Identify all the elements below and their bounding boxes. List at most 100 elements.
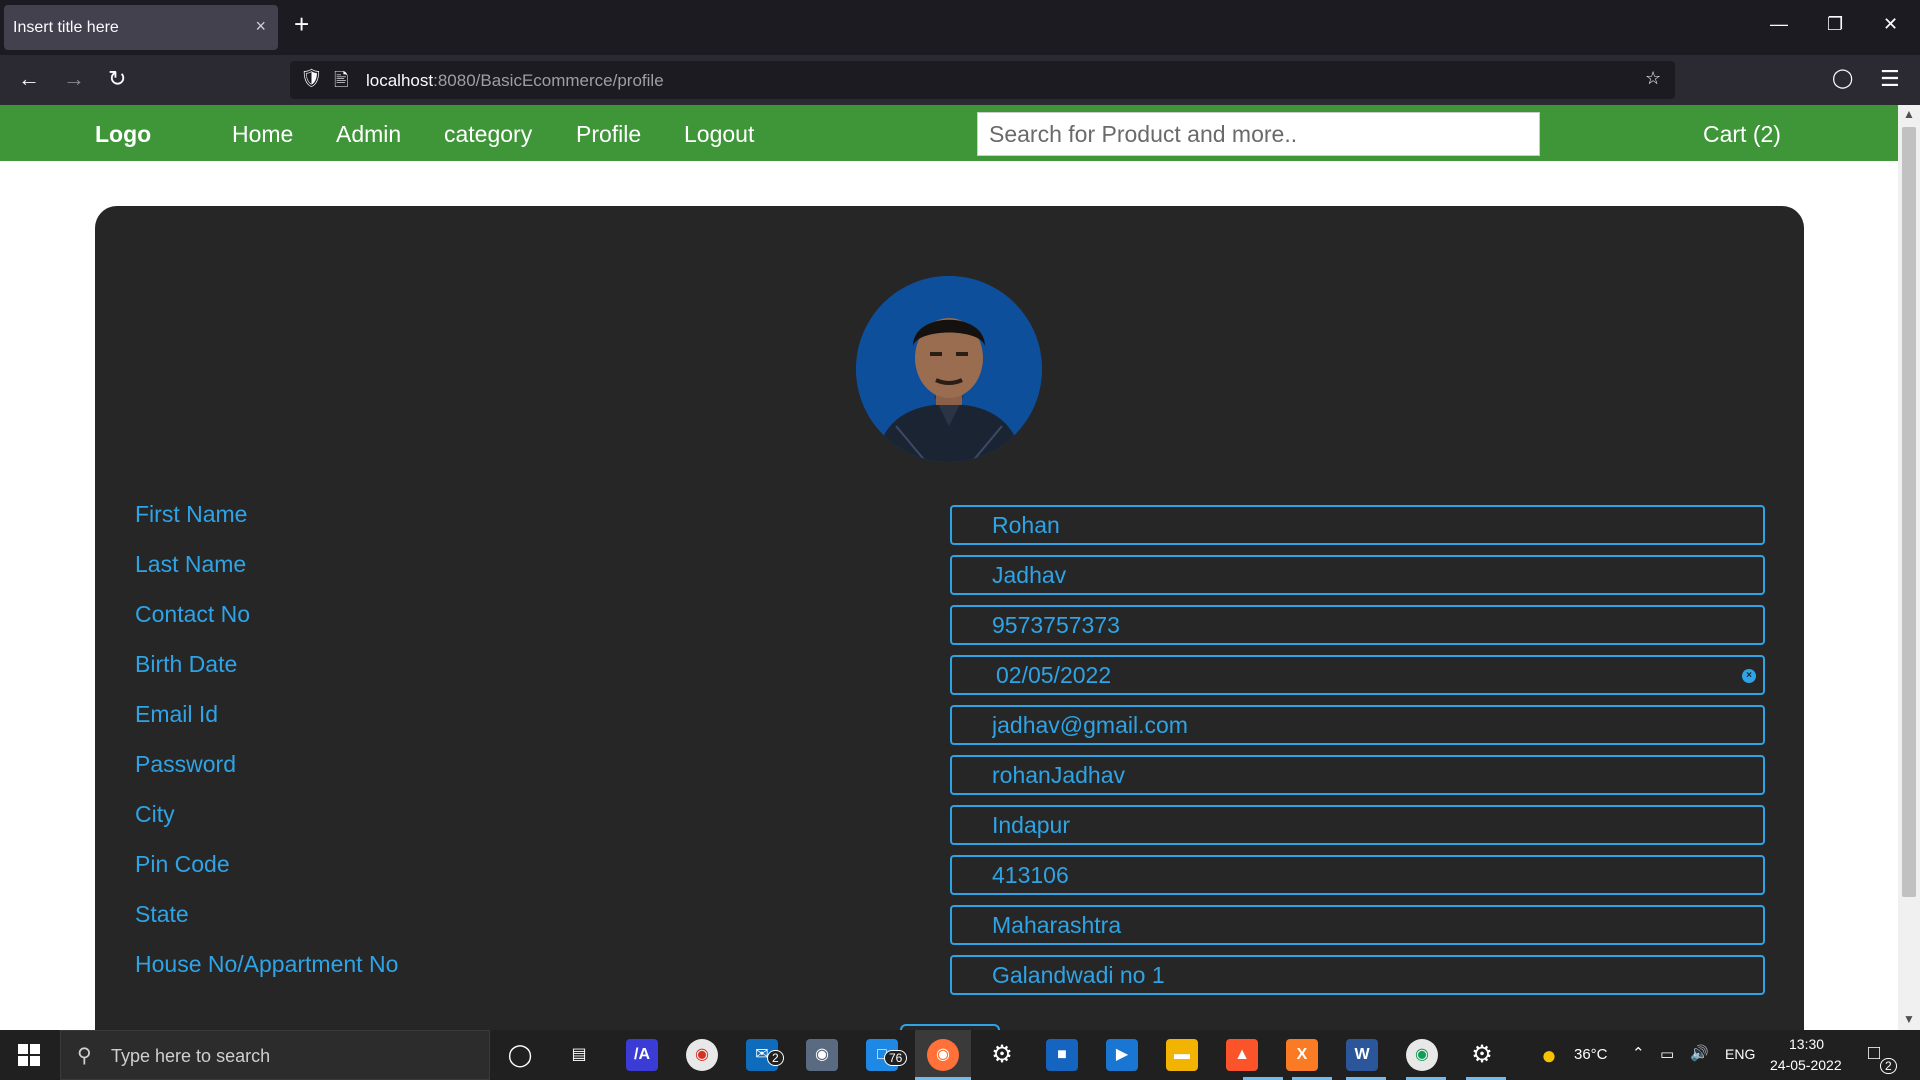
profile-avatar xyxy=(856,276,1042,462)
shield-icon[interactable]: 🛡 xyxy=(300,68,323,89)
password-field[interactable] xyxy=(950,755,1765,795)
state-field[interactable] xyxy=(950,905,1765,945)
last-name-field[interactable] xyxy=(950,555,1765,595)
form-row-pin-code: Pin Code xyxy=(95,851,1804,895)
browser-tab-bar: Insert title here × + — ❐ ✕ xyxy=(0,0,1920,55)
temperature[interactable]: 36°C xyxy=(1574,1046,1608,1063)
cortana-icon[interactable]: ◯ xyxy=(504,1039,536,1071)
nav-logout[interactable]: Logout xyxy=(684,121,754,148)
settings-gear-icon[interactable]: ⚙ xyxy=(986,1039,1018,1071)
form-row-city: City xyxy=(95,801,1804,845)
pin-code-label: Pin Code xyxy=(135,851,230,877)
nav-profile[interactable]: Profile xyxy=(576,121,641,148)
app-vscode-icon[interactable]: /A xyxy=(626,1039,658,1071)
taskbar-search[interactable]: ⚲ Type here to search xyxy=(60,1030,490,1080)
windows-start-icon[interactable] xyxy=(18,1044,40,1066)
contact-no-label: Contact No xyxy=(135,601,251,627)
scrollbar-thumb[interactable] xyxy=(1902,127,1916,897)
file-explorer-icon[interactable]: ▬ xyxy=(1166,1039,1198,1071)
close-window-icon[interactable]: ✕ xyxy=(1883,14,1898,35)
email-field[interactable] xyxy=(950,705,1765,745)
form-row-password: Password xyxy=(95,751,1804,795)
house-no-label: House No/Appartment No xyxy=(135,951,399,977)
house-no-field[interactable] xyxy=(950,955,1765,995)
brave-icon[interactable]: ▲ xyxy=(1226,1039,1258,1071)
nav-category[interactable]: category xyxy=(444,121,532,148)
pocket-icon[interactable]: ◯ xyxy=(1832,67,1853,91)
contact-no-field[interactable] xyxy=(950,605,1765,645)
birth-date-label: Birth Date xyxy=(135,651,238,677)
page-viewport: Logo Home Admin category Profile Logout … xyxy=(0,105,1898,1030)
product-search-input[interactable] xyxy=(977,112,1540,156)
tab-close-icon[interactable]: × xyxy=(255,16,266,37)
word-icon[interactable]: W xyxy=(1346,1039,1378,1071)
site-header: Logo Home Admin category Profile Logout … xyxy=(0,105,1898,161)
tray-chevron-icon[interactable]: ⌃ xyxy=(1632,1044,1645,1062)
sticky-app-icon[interactable]: ■ xyxy=(1046,1039,1078,1071)
form-row-contact: Contact No xyxy=(95,601,1804,645)
battery-icon[interactable]: ▭ xyxy=(1660,1045,1674,1063)
notifications-badge: 2 xyxy=(1880,1058,1897,1074)
form-row-state: State xyxy=(95,901,1804,945)
camera-icon[interactable]: ◉ xyxy=(806,1039,838,1071)
search-icon: ⚲ xyxy=(77,1045,92,1067)
browser-toolbar: ← → ↻ 🛡 🖹 localhost:8080/BasicEcommerce/… xyxy=(0,55,1920,105)
url-host: localhost xyxy=(366,71,434,90)
minimize-icon[interactable]: — xyxy=(1770,14,1788,35)
bookmark-star-icon[interactable]: ☆ xyxy=(1645,68,1661,89)
forward-arrow-icon[interactable]: → xyxy=(63,67,85,91)
birth-date-field[interactable] xyxy=(950,655,1765,695)
task-view-icon[interactable]: ▤ xyxy=(563,1039,595,1071)
chrome-icon[interactable]: ◉ xyxy=(686,1039,718,1071)
video-player-icon[interactable]: ▶ xyxy=(1106,1039,1138,1071)
scroll-up-icon[interactable]: ▲ xyxy=(1903,107,1915,121)
clock-date[interactable]: 24-05-2022 xyxy=(1770,1057,1842,1073)
tab-title: Insert title here xyxy=(13,19,119,36)
clear-date-icon[interactable]: × xyxy=(1742,669,1756,683)
cart-link[interactable]: Cart (2) xyxy=(1703,121,1781,148)
form-row-birth-date: Birth Date × xyxy=(95,651,1804,695)
clock-time[interactable]: 13:30 xyxy=(1789,1036,1824,1052)
back-arrow-icon[interactable]: ← xyxy=(18,67,40,91)
form-row-last-name: Last Name xyxy=(95,551,1804,595)
profile-card: First Name Last Name Contact No Birth Da… xyxy=(95,206,1804,1030)
new-tab-button[interactable]: + xyxy=(294,11,309,37)
url-path: :8080/BasicEcommerce/profile xyxy=(433,71,664,90)
scroll-down-icon[interactable]: ▼ xyxy=(1903,1012,1915,1026)
email-label: Email Id xyxy=(135,701,219,727)
firefox-icon[interactable]: ◉ xyxy=(927,1039,959,1071)
city-label: City xyxy=(135,801,175,827)
app-gear-icon[interactable]: ⚙ xyxy=(1466,1039,1498,1071)
pin-code-field[interactable] xyxy=(950,855,1765,895)
url-text: localhost:8080/BasicEcommerce/profile xyxy=(366,71,664,91)
last-name-label: Last Name xyxy=(135,551,247,577)
city-field[interactable] xyxy=(950,805,1765,845)
weather-sun-icon[interactable]: ● xyxy=(1533,1039,1565,1071)
nav-admin[interactable]: Admin xyxy=(336,121,401,148)
reload-icon[interactable]: ↻ xyxy=(108,67,126,91)
form-row-email: Email Id xyxy=(95,701,1804,745)
password-label: Password xyxy=(135,751,236,777)
files-badge: 76 xyxy=(884,1050,908,1066)
restore-icon[interactable]: ❐ xyxy=(1827,14,1843,35)
language-indicator[interactable]: ENG xyxy=(1725,1046,1755,1062)
nav-home[interactable]: Home xyxy=(232,121,293,148)
page-scrollbar[interactable]: ▲ ▼ xyxy=(1898,105,1920,1030)
notifications-icon[interactable]: □ xyxy=(1868,1042,1880,1065)
menu-icon[interactable]: ☰ xyxy=(1880,67,1900,91)
form-row-house-no: House No/Appartment No xyxy=(95,951,1804,995)
form-row-first-name: First Name xyxy=(95,501,1804,545)
browser-tab[interactable]: Insert title here × xyxy=(4,5,278,50)
state-label: State xyxy=(135,901,189,927)
page-icon[interactable]: 🖹 xyxy=(334,68,348,98)
mail-badge: 2 xyxy=(767,1050,784,1066)
xampp-icon[interactable]: X xyxy=(1286,1039,1318,1071)
first-name-field[interactable] xyxy=(950,505,1765,545)
first-name-label: First Name xyxy=(135,501,248,527)
chrome-dev-icon[interactable]: ◉ xyxy=(1406,1039,1438,1071)
volume-icon[interactable]: 🔊 xyxy=(1690,1044,1709,1062)
windows-taskbar: ⚲ Type here to search ◯ ▤ /A ◉ ✉ 2 ◉ □ 7… xyxy=(0,1030,1920,1080)
site-logo[interactable]: Logo xyxy=(95,121,151,148)
url-bar[interactable]: 🛡 🖹 localhost:8080/BasicEcommerce/profil… xyxy=(290,61,1675,99)
taskbar-search-text: Type here to search xyxy=(111,1046,271,1066)
